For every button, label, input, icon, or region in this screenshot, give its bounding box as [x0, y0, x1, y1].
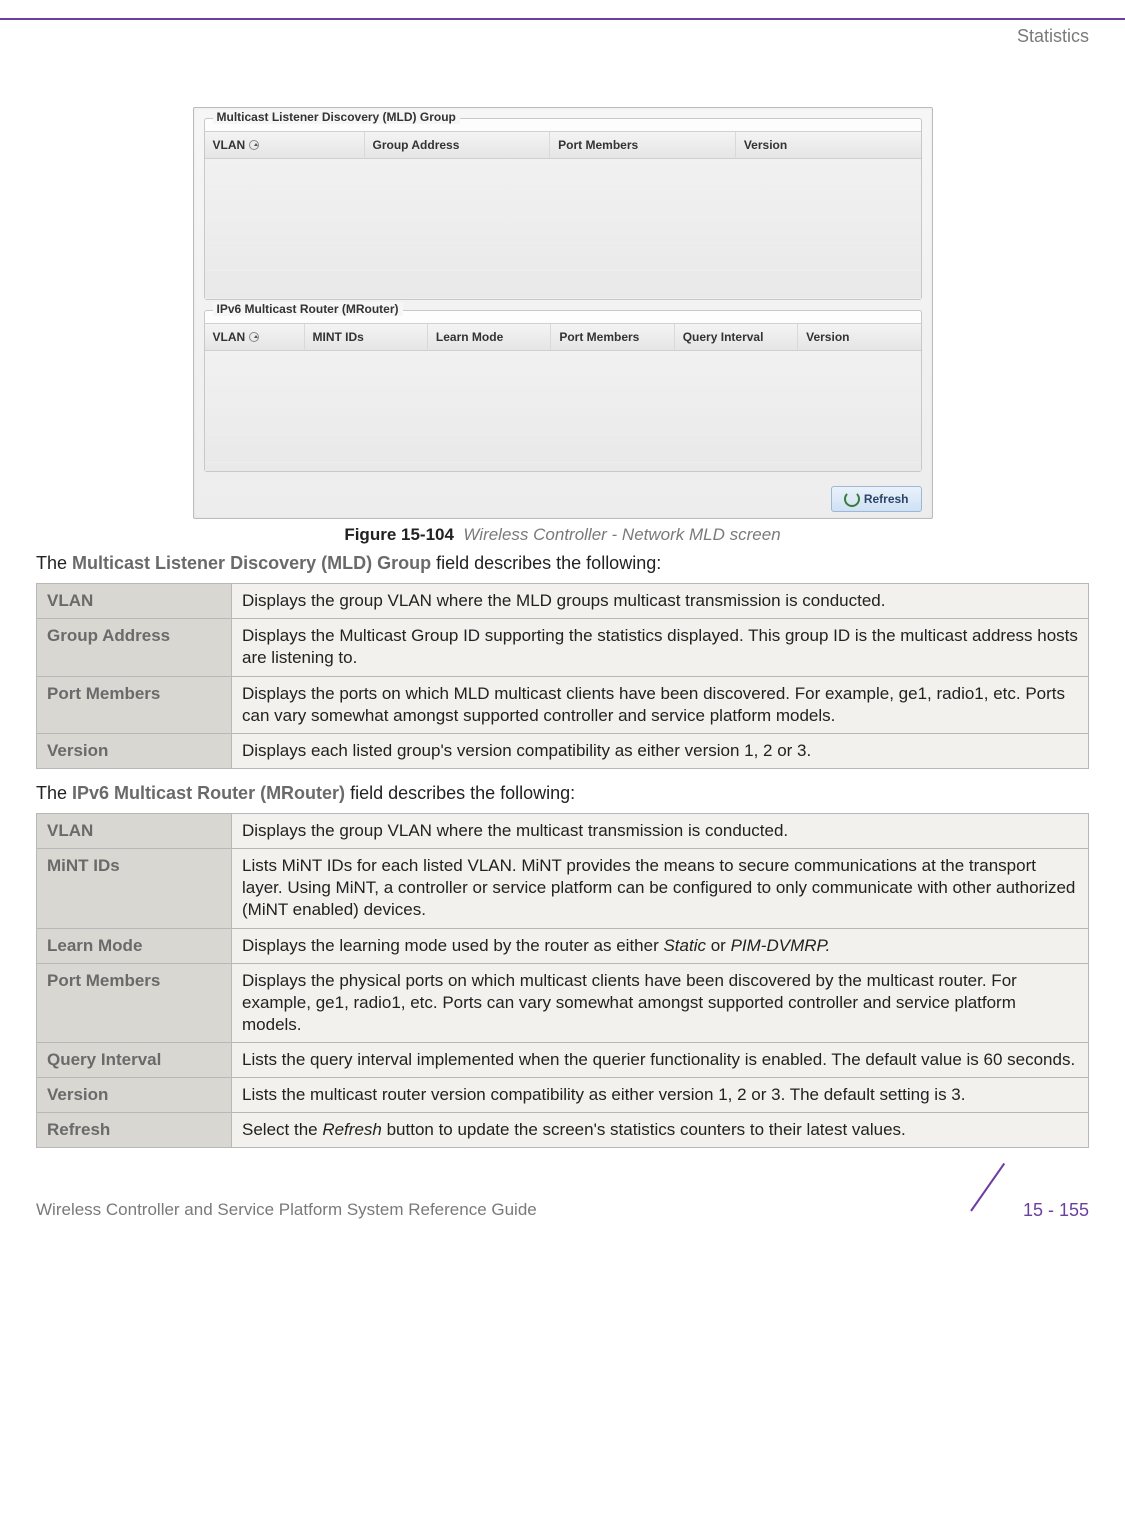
table-row: Port MembersDisplays the ports on which …: [37, 676, 1089, 733]
def-key: Refresh: [37, 1113, 232, 1148]
table-row: VersionDisplays each listed group's vers…: [37, 733, 1089, 768]
mld-group-fieldset: Multicast Listener Discovery (MLD) Group…: [204, 118, 922, 300]
def-desc: Displays the group VLAN where the multic…: [232, 814, 1089, 849]
sort-asc-icon: [249, 332, 259, 342]
def-key: Version: [37, 1078, 232, 1113]
def-desc: Displays each listed group's version com…: [232, 733, 1089, 768]
col-version-label: Version: [744, 138, 787, 152]
footer-page-num: 15 - 155: [1023, 1200, 1089, 1221]
table-row: Learn ModeDisplays the learning mode use…: [37, 928, 1089, 963]
table-row: VersionLists the multicast router versio…: [37, 1078, 1089, 1113]
def-desc: Lists the query interval implemented whe…: [232, 1042, 1089, 1077]
page-footer: Wireless Controller and Service Platform…: [0, 1170, 1125, 1256]
figure-caption: Figure 15-104 Wireless Controller - Netw…: [36, 525, 1089, 545]
intro1-pre: The: [36, 553, 72, 573]
mld-screen-panel: Multicast Listener Discovery (MLD) Group…: [193, 107, 933, 519]
col-port-members[interactable]: Port Members: [550, 132, 736, 158]
def-key: Version: [37, 733, 232, 768]
col-vlan-2-label: VLAN: [213, 330, 246, 344]
table-row: MiNT IDsLists MiNT IDs for each listed V…: [37, 849, 1089, 928]
col-query-interval[interactable]: Query Interval: [675, 324, 798, 350]
def-key: VLAN: [37, 814, 232, 849]
col-port-members-2[interactable]: Port Members: [551, 324, 674, 350]
def-desc: Displays the ports on which MLD multicas…: [232, 676, 1089, 733]
table-row: RefreshSelect the Refresh button to upda…: [37, 1113, 1089, 1148]
col-vlan[interactable]: VLAN: [205, 132, 365, 158]
def-desc: Lists the multicast router version compa…: [232, 1078, 1089, 1113]
col-learn-mode-label: Learn Mode: [436, 330, 503, 344]
intro1-term: Multicast Listener Discovery (MLD) Group: [72, 553, 431, 573]
def-key: Group Address: [37, 619, 232, 676]
def-desc: Lists MiNT IDs for each listed VLAN. MiN…: [232, 849, 1089, 928]
mld-group-legend: Multicast Listener Discovery (MLD) Group: [213, 110, 460, 124]
mrouter-fieldset: IPv6 Multicast Router (MRouter) VLAN MIN…: [204, 310, 922, 472]
def-key: Query Interval: [37, 1042, 232, 1077]
col-group-address-label: Group Address: [373, 138, 460, 152]
mrouter-def-table: VLANDisplays the group VLAN where the mu…: [36, 813, 1089, 1148]
intro-1: The Multicast Listener Discovery (MLD) G…: [36, 551, 1089, 575]
table-row: Port MembersDisplays the physical ports …: [37, 963, 1089, 1042]
table-row: Query IntervalLists the query interval i…: [37, 1042, 1089, 1077]
def-key: VLAN: [37, 584, 232, 619]
intro1-post: field describes the following:: [431, 553, 661, 573]
col-port-members-label: Port Members: [558, 138, 638, 152]
intro2-term: IPv6 Multicast Router (MRouter): [72, 783, 345, 803]
col-vlan-2[interactable]: VLAN: [205, 324, 305, 350]
col-vlan-label: VLAN: [213, 138, 246, 152]
header-section: Statistics: [0, 20, 1125, 47]
def-key: Port Members: [37, 676, 232, 733]
def-desc: Displays the Multicast Group ID supporti…: [232, 619, 1089, 676]
col-query-interval-label: Query Interval: [683, 330, 764, 344]
table-row: Group AddressDisplays the Multicast Grou…: [37, 619, 1089, 676]
table-row: VLANDisplays the group VLAN where the mu…: [37, 814, 1089, 849]
intro2-pre: The: [36, 783, 72, 803]
col-version-2-label: Version: [806, 330, 849, 344]
col-learn-mode[interactable]: Learn Mode: [428, 324, 551, 350]
col-group-address[interactable]: Group Address: [365, 132, 551, 158]
table-row: VLANDisplays the group VLAN where the ML…: [37, 584, 1089, 619]
mld-group-body: [205, 159, 921, 299]
def-desc: Select the Refresh button to update the …: [232, 1113, 1089, 1148]
col-port-members-2-label: Port Members: [559, 330, 639, 344]
mrouter-legend: IPv6 Multicast Router (MRouter): [213, 302, 403, 316]
def-desc: Displays the physical ports on which mul…: [232, 963, 1089, 1042]
col-version[interactable]: Version: [736, 132, 921, 158]
def-desc: Displays the learning mode used by the r…: [232, 928, 1089, 963]
footer-slash-icon: [971, 1188, 1015, 1232]
footer-guide: Wireless Controller and Service Platform…: [36, 1200, 537, 1220]
refresh-button-label: Refresh: [864, 492, 909, 506]
col-mint-ids[interactable]: MINT IDs: [305, 324, 428, 350]
def-key: Port Members: [37, 963, 232, 1042]
mrouter-body: [205, 351, 921, 471]
figure-desc: Wireless Controller - Network MLD screen: [463, 525, 780, 544]
intro2-post: field describes the following:: [345, 783, 575, 803]
def-desc: Displays the group VLAN where the MLD gr…: [232, 584, 1089, 619]
def-key: Learn Mode: [37, 928, 232, 963]
col-version-2[interactable]: Version: [798, 324, 920, 350]
mld-group-def-table: VLANDisplays the group VLAN where the ML…: [36, 583, 1089, 769]
refresh-button[interactable]: Refresh: [831, 486, 922, 512]
def-key: MiNT IDs: [37, 849, 232, 928]
col-mint-ids-label: MINT IDs: [313, 330, 364, 344]
mrouter-header: VLAN MINT IDs Learn Mode Port Members Qu…: [205, 323, 921, 351]
figure-label: Figure 15-104: [344, 525, 454, 544]
intro-2: The IPv6 Multicast Router (MRouter) fiel…: [36, 781, 1089, 805]
mld-group-header: VLAN Group Address Port Members Version: [205, 131, 921, 159]
sort-asc-icon: [249, 140, 259, 150]
